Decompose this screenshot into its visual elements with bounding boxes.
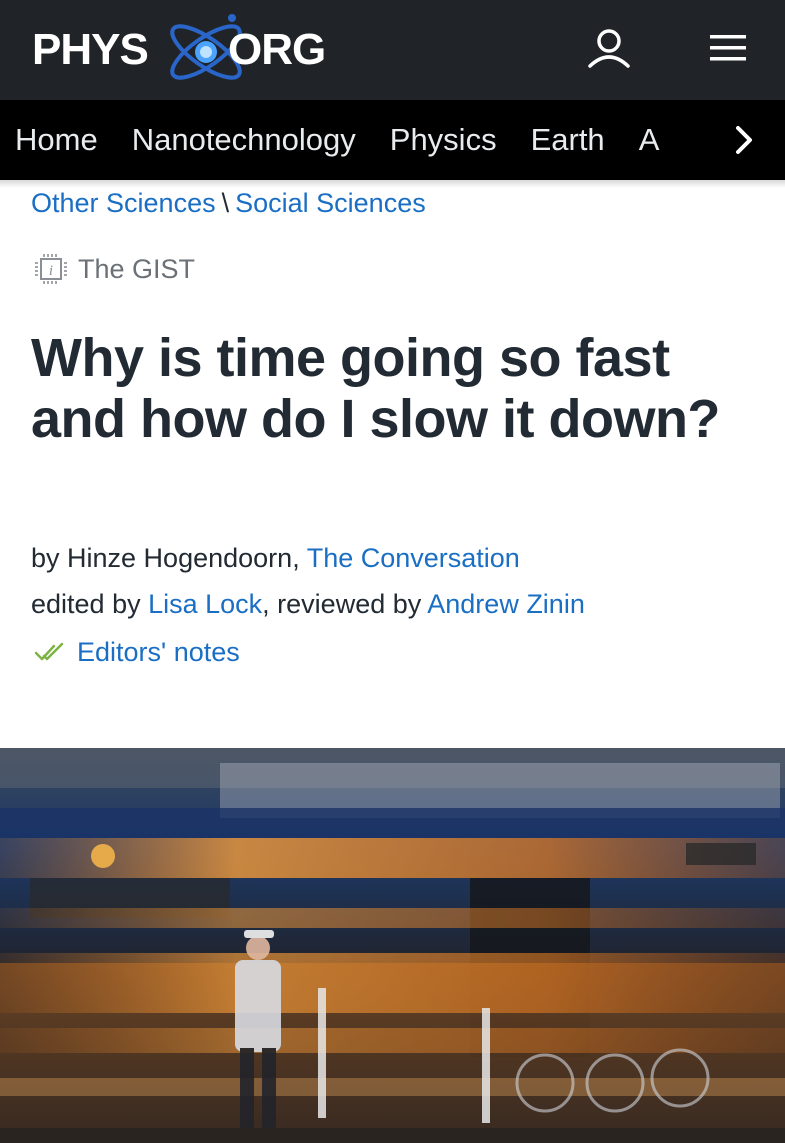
hamburger-menu-icon [710, 35, 746, 61]
main-menu-button[interactable] [700, 22, 756, 76]
phys-org-logo[interactable]: PHYS ORG [32, 14, 352, 84]
editors-notes-label: Editors' notes [77, 636, 240, 667]
nav-item-physics[interactable]: Physics [390, 100, 497, 180]
byline-author: by Hinze Hogendoorn, The Conversation [31, 541, 520, 575]
breadcrumb-social-sciences[interactable]: Social Sciences [235, 188, 426, 218]
user-icon [588, 29, 630, 68]
nav-list: Home Nanotechnology Physics Earth A [15, 100, 693, 180]
double-check-icon [34, 642, 64, 661]
editors-notes-link[interactable]: Editors' notes [34, 635, 240, 669]
article-title: Why is time going so fast and how do I s… [31, 328, 720, 449]
source-link[interactable]: The Conversation [307, 543, 520, 573]
gist-badge[interactable]: i The GIST [33, 252, 195, 286]
chevron-right-icon[interactable] [728, 122, 760, 158]
nav-item-astronomy[interactable]: A [639, 100, 660, 180]
site-header: PHYS ORG [0, 0, 785, 100]
article-photo[interactable] [0, 748, 785, 1143]
breadcrumb: Other Sciences \ Social Sciences [31, 186, 426, 220]
logo-text-phys: PHYS [32, 25, 149, 74]
breadcrumb-other-sciences[interactable]: Other Sciences [31, 188, 216, 218]
nav-item-home[interactable]: Home [15, 100, 98, 180]
byline-editors: edited by Lisa Lock, reviewed by Andrew … [31, 587, 585, 621]
gist-label: The GIST [78, 253, 196, 284]
reviewed-by-prefix: , reviewed by [262, 589, 428, 619]
author-name: Hinze Hogendoorn [67, 543, 293, 573]
gist-chip-icon: i [35, 254, 67, 284]
breadcrumb-separator: \ [221, 188, 230, 218]
nav-item-earth[interactable]: Earth [531, 100, 605, 180]
nav-item-nanotechnology[interactable]: Nanotechnology [132, 100, 356, 180]
user-account-button[interactable] [582, 22, 636, 76]
logo-text-org: ORG [228, 25, 326, 74]
category-nav: Home Nanotechnology Physics Earth A [0, 100, 785, 180]
editor-link[interactable]: Lisa Lock [148, 589, 262, 619]
byline-comma: , [292, 543, 307, 573]
reviewer-link[interactable]: Andrew Zinin [427, 589, 585, 619]
byline-by-prefix: by [31, 543, 68, 573]
svg-text:i: i [49, 263, 53, 279]
article-photo-illustration [0, 748, 785, 1143]
edited-by-prefix: edited by [31, 589, 149, 619]
